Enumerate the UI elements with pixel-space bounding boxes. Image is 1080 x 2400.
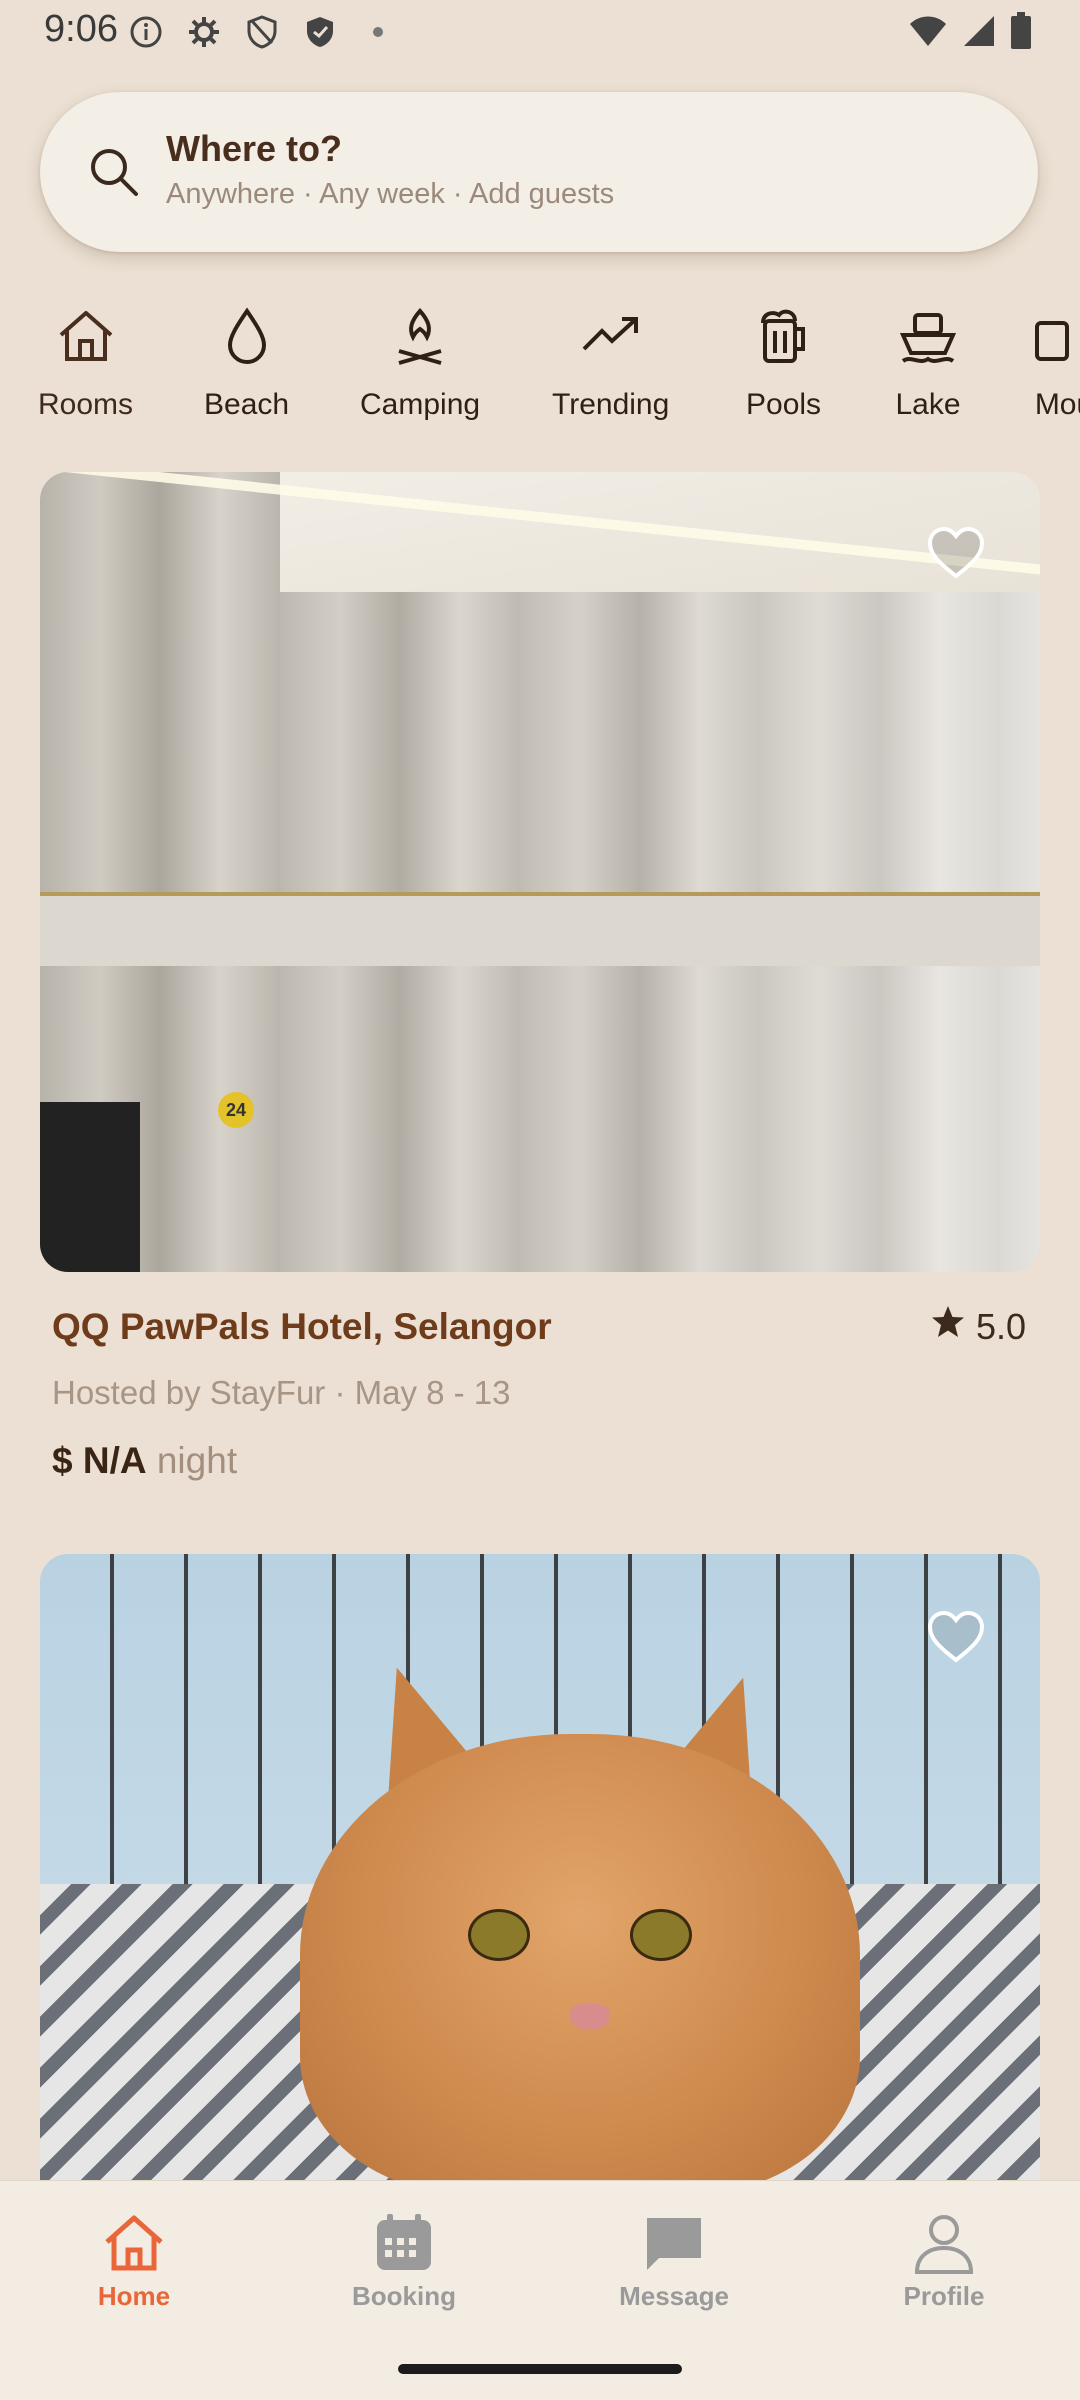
search-icon <box>84 142 144 202</box>
search-title: Where to? <box>166 128 342 169</box>
campfire-icon <box>384 300 456 372</box>
category-label: Rooms <box>38 388 134 421</box>
dot-icon <box>358 12 398 52</box>
person-icon <box>909 2211 979 2275</box>
image-cat-eye <box>468 1909 530 1961</box>
signal-icon <box>962 14 996 53</box>
bottom-navigation: Home Booking Message Profile <box>0 2180 1080 2337</box>
image-shelf <box>40 892 1040 966</box>
category-beach[interactable]: Beach <box>204 300 289 422</box>
water-drop-icon <box>211 300 283 372</box>
status-time: 9:06 <box>44 8 118 50</box>
listing-rating: 5.0 <box>930 1304 1026 1349</box>
category-trending[interactable]: Trending <box>552 300 669 422</box>
beer-mug-icon <box>748 300 820 372</box>
category-label: Trending <box>552 388 670 421</box>
category-label: Pools <box>746 388 822 421</box>
home-indicator[interactable] <box>398 2364 682 2374</box>
category-label: Beach <box>204 388 290 421</box>
mountain-icon <box>1028 300 1080 372</box>
star-icon <box>930 1304 966 1349</box>
category-mountain[interactable]: Mou <box>1028 300 1080 422</box>
search-subtitle: Anywhere · Any week · Add guests <box>166 178 615 210</box>
nav-label: Booking <box>352 2281 456 2311</box>
category-bar: Rooms Beach Camping Trending Pools Lake <box>0 300 1080 440</box>
chat-icon <box>639 2211 709 2275</box>
wifi-icon <box>908 14 948 53</box>
category-lake[interactable]: Lake <box>892 300 964 422</box>
status-bar: 9:06 <box>0 0 1080 64</box>
home-icon <box>99 2211 169 2275</box>
category-camping[interactable]: Camping <box>360 300 480 422</box>
rating-value: 5.0 <box>975 1305 1026 1347</box>
image-cat-eye <box>630 1909 692 1961</box>
settings-icon <box>184 12 224 52</box>
listing-title[interactable]: QQ PawPals Hotel, Selangor <box>52 1306 552 1348</box>
category-rooms[interactable]: Rooms <box>38 300 133 422</box>
price-unit: night <box>156 1440 238 1481</box>
nav-label: Profile <box>903 2281 985 2311</box>
status-icons-left <box>126 12 398 52</box>
nav-label: Message <box>619 2281 729 2311</box>
favorite-heart-icon[interactable] <box>926 524 986 584</box>
status-icons-right <box>908 12 1032 55</box>
listing-image[interactable] <box>40 1554 1040 2180</box>
nav-label: Home <box>97 2281 171 2311</box>
shield-outline-icon <box>242 12 282 52</box>
favorite-heart-icon[interactable] <box>926 1608 986 1668</box>
listing-host-dates: Hosted by StayFur · May 8 - 13 <box>52 1374 511 1411</box>
category-pools[interactable]: Pools <box>746 300 821 422</box>
nav-booking[interactable]: Booking <box>304 2211 504 2312</box>
category-label: Camping <box>360 388 481 421</box>
image-cat-nose <box>570 2004 610 2030</box>
nav-profile[interactable]: Profile <box>844 2211 1044 2312</box>
nav-home[interactable]: Home <box>34 2211 234 2312</box>
image-dark-block <box>40 1102 140 1272</box>
listing-price: $ N/A night <box>52 1440 237 1482</box>
image-cat <box>300 1734 860 2180</box>
search-bar[interactable]: Where to? Anywhere · Any week · Add gues… <box>40 92 1038 252</box>
category-label: Mou <box>1034 388 1080 421</box>
category-label: Lake <box>895 388 961 421</box>
info-icon <box>126 12 166 52</box>
price-amount: $ N/A <box>52 1440 147 1481</box>
calendar-icon <box>369 2211 439 2275</box>
house-icon <box>50 300 122 372</box>
trending-up-icon <box>575 300 647 372</box>
shield-check-icon <box>300 12 340 52</box>
nav-message[interactable]: Message <box>574 2211 774 2312</box>
cage-number-badge: 24 <box>218 1092 254 1128</box>
battery-icon <box>1010 12 1032 55</box>
boat-icon <box>892 300 964 372</box>
listing-image[interactable]: 24 <box>40 472 1040 1272</box>
